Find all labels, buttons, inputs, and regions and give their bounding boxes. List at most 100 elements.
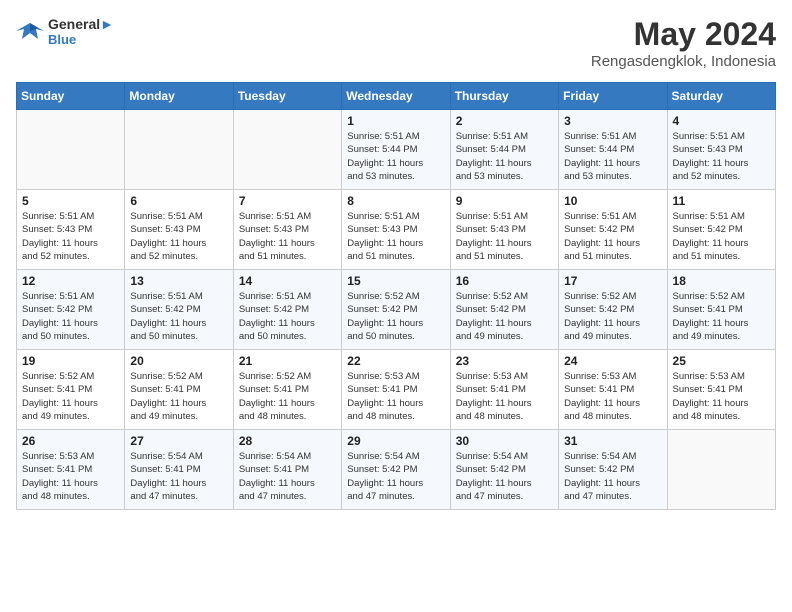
calendar-cell: 13 Sunrise: 5:51 AM Sunset: 5:42 PM Dayli… xyxy=(125,270,233,350)
calendar-cell: 14 Sunrise: 5:51 AM Sunset: 5:42 PM Dayli… xyxy=(233,270,341,350)
day-number: 10 xyxy=(564,194,661,208)
day-number: 16 xyxy=(456,274,553,288)
day-number: 25 xyxy=(673,354,770,368)
location-title: Rengasdengklok, Indonesia xyxy=(591,53,776,70)
calendar-week-row: 26 Sunrise: 5:53 AM Sunset: 5:41 PM Dayli… xyxy=(17,430,776,510)
calendar-week-row: 12 Sunrise: 5:51 AM Sunset: 5:42 PM Dayli… xyxy=(17,270,776,350)
calendar-cell: 5Sunrise: 5:51 AM Sunset: 5:43 PM Daylig… xyxy=(17,190,125,270)
day-info: Sunrise: 5:54 AM Sunset: 5:41 PM Dayligh… xyxy=(130,450,227,503)
calendar-cell: 30 Sunrise: 5:54 AM Sunset: 5:42 PM Dayli… xyxy=(450,430,558,510)
calendar-cell: 24Sunrise: 5:53 AM Sunset: 5:41 PM Dayli… xyxy=(559,350,667,430)
day-info: Sunrise: 5:53 AM Sunset: 5:41 PM Dayligh… xyxy=(564,370,661,423)
day-info: Sunrise: 5:51 AM Sunset: 5:44 PM Dayligh… xyxy=(564,130,661,183)
calendar-week-row: 1 Sunrise: 5:51 AM Sunset: 5:44 PM Daylig… xyxy=(17,110,776,190)
day-number: 1 xyxy=(347,114,444,128)
day-info: Sunrise: 5:52 AM Sunset: 5:42 PM Dayligh… xyxy=(564,290,661,343)
day-number: 13 xyxy=(130,274,227,288)
calendar-cell: 17 Sunrise: 5:52 AM Sunset: 5:42 PM Dayli… xyxy=(559,270,667,350)
weekday-header-saturday: Saturday xyxy=(667,83,775,110)
weekday-header-monday: Monday xyxy=(125,83,233,110)
day-info: Sunrise: 5:52 AM Sunset: 5:41 PM Dayligh… xyxy=(239,370,336,423)
day-info: Sunrise: 5:51 AM Sunset: 5:42 PM Dayligh… xyxy=(564,210,661,263)
calendar-cell: 23 Sunrise: 5:53 AM Sunset: 5:41 PM Dayli… xyxy=(450,350,558,430)
calendar-cell: 27 Sunrise: 5:54 AM Sunset: 5:41 PM Dayli… xyxy=(125,430,233,510)
calendar-cell: 10 Sunrise: 5:51 AM Sunset: 5:42 PM Dayli… xyxy=(559,190,667,270)
day-info: Sunrise: 5:51 AM Sunset: 5:43 PM Dayligh… xyxy=(130,210,227,263)
calendar-cell xyxy=(667,430,775,510)
calendar-cell: 3 Sunrise: 5:51 AM Sunset: 5:44 PM Daylig… xyxy=(559,110,667,190)
day-number: 4 xyxy=(673,114,770,128)
day-number: 28 xyxy=(239,434,336,448)
day-number: 22 xyxy=(347,354,444,368)
day-number: 26 xyxy=(22,434,119,448)
day-number: 8 xyxy=(347,194,444,208)
day-number: 20 xyxy=(130,354,227,368)
weekday-header-wednesday: Wednesday xyxy=(342,83,450,110)
day-info: Sunrise: 5:52 AM Sunset: 5:41 PM Dayligh… xyxy=(22,370,119,423)
day-info: Sunrise: 5:51 AM Sunset: 5:42 PM Dayligh… xyxy=(239,290,336,343)
day-info: Sunrise: 5:52 AM Sunset: 5:42 PM Dayligh… xyxy=(456,290,553,343)
weekday-header-row: SundayMondayTuesdayWednesdayThursdayFrid… xyxy=(17,83,776,110)
day-info: Sunrise: 5:51 AM Sunset: 5:42 PM Dayligh… xyxy=(130,290,227,343)
calendar-cell: 16 Sunrise: 5:52 AM Sunset: 5:42 PM Dayli… xyxy=(450,270,558,350)
calendar-cell: 29 Sunrise: 5:54 AM Sunset: 5:42 PM Dayli… xyxy=(342,430,450,510)
page-header: General► Blue May 2024 Rengasdengklok, I… xyxy=(16,16,776,70)
calendar-cell: 26 Sunrise: 5:53 AM Sunset: 5:41 PM Dayli… xyxy=(17,430,125,510)
day-info: Sunrise: 5:51 AM Sunset: 5:42 PM Dayligh… xyxy=(22,290,119,343)
calendar-week-row: 19 Sunrise: 5:52 AM Sunset: 5:41 PM Dayli… xyxy=(17,350,776,430)
calendar-cell: 15 Sunrise: 5:52 AM Sunset: 5:42 PM Dayli… xyxy=(342,270,450,350)
calendar-cell: 18 Sunrise: 5:52 AM Sunset: 5:41 PM Dayli… xyxy=(667,270,775,350)
calendar-cell: 9Sunrise: 5:51 AM Sunset: 5:43 PM Daylig… xyxy=(450,190,558,270)
calendar-cell: 31Sunrise: 5:54 AM Sunset: 5:42 PM Dayli… xyxy=(559,430,667,510)
day-info: Sunrise: 5:53 AM Sunset: 5:41 PM Dayligh… xyxy=(22,450,119,503)
day-number: 21 xyxy=(239,354,336,368)
day-number: 15 xyxy=(347,274,444,288)
day-number: 17 xyxy=(564,274,661,288)
day-info: Sunrise: 5:51 AM Sunset: 5:42 PM Dayligh… xyxy=(673,210,770,263)
day-number: 27 xyxy=(130,434,227,448)
calendar-cell: 20Sunrise: 5:52 AM Sunset: 5:41 PM Dayli… xyxy=(125,350,233,430)
day-number: 19 xyxy=(22,354,119,368)
calendar-cell: 19 Sunrise: 5:52 AM Sunset: 5:41 PM Dayli… xyxy=(17,350,125,430)
logo-text: General► Blue xyxy=(48,16,114,47)
calendar-cell: 22Sunrise: 5:53 AM Sunset: 5:41 PM Dayli… xyxy=(342,350,450,430)
weekday-header-thursday: Thursday xyxy=(450,83,558,110)
day-info: Sunrise: 5:51 AM Sunset: 5:43 PM Dayligh… xyxy=(456,210,553,263)
day-number: 5 xyxy=(22,194,119,208)
day-number: 30 xyxy=(456,434,553,448)
calendar-cell xyxy=(17,110,125,190)
calendar-title-area: May 2024 Rengasdengklok, Indonesia xyxy=(591,16,776,70)
day-number: 6 xyxy=(130,194,227,208)
calendar-cell: 1Sunrise: 5:51 AM Sunset: 5:44 PM Daylig… xyxy=(342,110,450,190)
day-number: 18 xyxy=(673,274,770,288)
day-info: Sunrise: 5:51 AM Sunset: 5:43 PM Dayligh… xyxy=(239,210,336,263)
day-info: Sunrise: 5:51 AM Sunset: 5:44 PM Dayligh… xyxy=(456,130,553,183)
calendar-cell: 7 Sunrise: 5:51 AM Sunset: 5:43 PM Daylig… xyxy=(233,190,341,270)
day-number: 2 xyxy=(456,114,553,128)
day-number: 12 xyxy=(22,274,119,288)
day-number: 7 xyxy=(239,194,336,208)
calendar-cell: 2 Sunrise: 5:51 AM Sunset: 5:44 PM Daylig… xyxy=(450,110,558,190)
day-info: Sunrise: 5:54 AM Sunset: 5:42 PM Dayligh… xyxy=(456,450,553,503)
logo: General► Blue xyxy=(16,16,114,47)
weekday-header-tuesday: Tuesday xyxy=(233,83,341,110)
day-info: Sunrise: 5:54 AM Sunset: 5:41 PM Dayligh… xyxy=(239,450,336,503)
day-info: Sunrise: 5:53 AM Sunset: 5:41 PM Dayligh… xyxy=(456,370,553,423)
day-number: 14 xyxy=(239,274,336,288)
day-info: Sunrise: 5:52 AM Sunset: 5:41 PM Dayligh… xyxy=(673,290,770,343)
calendar-cell: 12 Sunrise: 5:51 AM Sunset: 5:42 PM Dayli… xyxy=(17,270,125,350)
day-number: 11 xyxy=(673,194,770,208)
calendar-cell: 25Sunrise: 5:53 AM Sunset: 5:41 PM Dayli… xyxy=(667,350,775,430)
day-number: 29 xyxy=(347,434,444,448)
calendar-cell xyxy=(125,110,233,190)
day-number: 23 xyxy=(456,354,553,368)
day-number: 3 xyxy=(564,114,661,128)
month-title: May 2024 xyxy=(591,16,776,53)
day-info: Sunrise: 5:54 AM Sunset: 5:42 PM Dayligh… xyxy=(564,450,661,503)
day-info: Sunrise: 5:52 AM Sunset: 5:42 PM Dayligh… xyxy=(347,290,444,343)
calendar-cell: 6 Sunrise: 5:51 AM Sunset: 5:43 PM Daylig… xyxy=(125,190,233,270)
calendar-header: SundayMondayTuesdayWednesdayThursdayFrid… xyxy=(17,83,776,110)
logo-icon xyxy=(16,21,44,43)
day-info: Sunrise: 5:54 AM Sunset: 5:42 PM Dayligh… xyxy=(347,450,444,503)
calendar-cell xyxy=(233,110,341,190)
